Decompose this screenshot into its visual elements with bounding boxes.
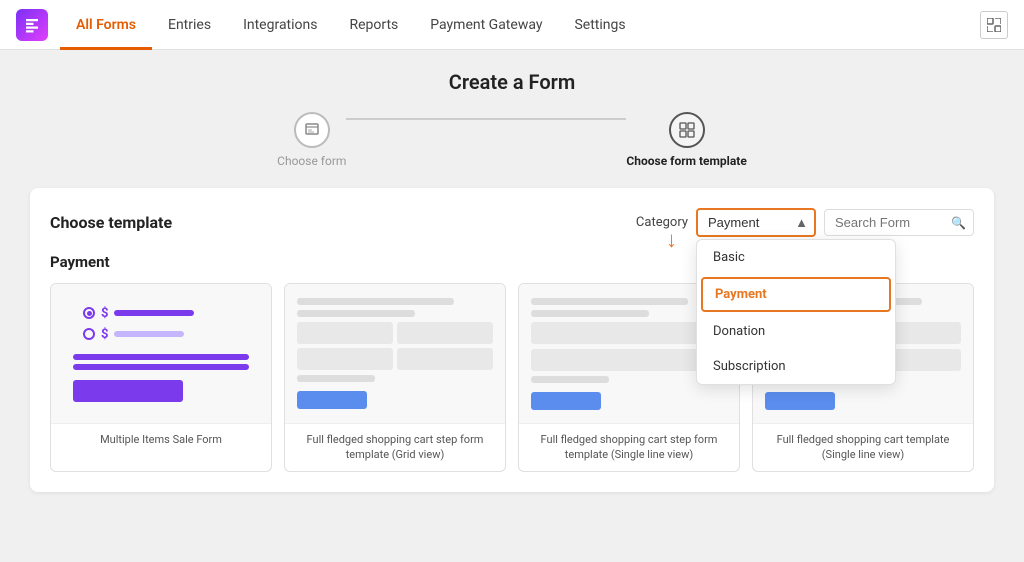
pbox-4 — [397, 348, 493, 370]
search-wrapper: 🔍 — [824, 209, 974, 236]
preview-bar-2 — [114, 331, 184, 337]
preview-full-bar-2 — [73, 364, 249, 370]
radio-unchecked — [83, 328, 95, 340]
preview-submit-1 — [297, 391, 367, 409]
category-select[interactable]: Payment Basic Donation Subscription — [696, 208, 816, 237]
pbox-3 — [297, 348, 393, 370]
pline-6 — [531, 376, 609, 383]
pline-2 — [297, 310, 415, 317]
nav-item-reports[interactable]: Reports — [333, 0, 414, 50]
pbox-2 — [397, 322, 493, 344]
preview-full-bar-1 — [73, 354, 249, 360]
preview-submit-3 — [765, 392, 835, 410]
step-choose-template: Choose form template — [626, 112, 746, 168]
pline-5 — [531, 310, 649, 317]
card-header: Choose template Category Payment Basic D… — [50, 208, 974, 237]
expand-controls — [980, 11, 1008, 39]
step-label-2: Choose form template — [626, 154, 746, 168]
preview-purple-btn — [73, 380, 183, 402]
template-label-1: Full fledged shopping cart step form tem… — [285, 424, 505, 471]
nav-item-payment-gateway[interactable]: Payment Gateway — [414, 0, 558, 50]
radio-checked — [83, 307, 95, 319]
top-nav: All Forms Entries Integrations Reports P… — [0, 0, 1024, 50]
expand-icon[interactable] — [980, 11, 1008, 39]
nav-item-entries[interactable]: Entries — [152, 0, 227, 50]
preview-lines-2 — [297, 298, 493, 409]
dropdown-option-subscription[interactable]: Subscription — [697, 349, 895, 384]
template-preview-0: $ $ — [51, 284, 271, 424]
page-title: Create a Form — [30, 70, 994, 94]
nav-items: All Forms Entries Integrations Reports P… — [60, 0, 980, 50]
radio-row-2: $ — [83, 327, 184, 342]
dropdown-option-payment[interactable]: Payment — [701, 277, 891, 312]
preview-submit-2 — [531, 392, 601, 410]
nav-item-all-forms[interactable]: All Forms — [60, 0, 152, 50]
card-controls: Category Payment Basic Donation Subscrip… — [636, 208, 974, 237]
step-connector — [346, 118, 626, 120]
radio-row-1: $ — [83, 306, 194, 321]
template-card-0[interactable]: $ $ M — [50, 283, 272, 472]
arrow-indicator: ↓ — [666, 227, 677, 253]
dollar-icon-1: $ — [101, 306, 108, 321]
app-logo — [16, 9, 48, 41]
dollar-icon-2: $ — [101, 327, 108, 342]
pbox-1 — [297, 322, 393, 344]
template-label-0: Multiple Items Sale Form — [51, 424, 271, 455]
preview-bar-group — [73, 354, 249, 370]
step-label-1: Choose form — [277, 154, 346, 168]
category-label: Category — [636, 215, 688, 230]
template-label-3: Full fledged shopping cart template (Sin… — [753, 424, 973, 471]
step-circle-1 — [294, 112, 330, 148]
pline-1 — [297, 298, 454, 305]
nav-item-settings[interactable]: Settings — [558, 0, 641, 50]
category-dropdown-wrapper: Payment Basic Donation Subscription ▲ — [696, 208, 816, 237]
page-body: Create a Form Choose form — [0, 50, 1024, 562]
template-preview-1 — [285, 284, 505, 424]
preview-bar-1 — [114, 310, 194, 316]
step-circle-2 — [669, 112, 705, 148]
preview-grid — [297, 322, 493, 370]
steps-bar: Choose form Choose form template — [30, 112, 994, 168]
nav-item-integrations[interactable]: Integrations — [227, 0, 333, 50]
pline-4 — [531, 298, 688, 305]
step-choose-form: Choose form — [277, 112, 346, 168]
template-label-2: Full fledged shopping cart step form tem… — [519, 424, 739, 471]
pline-3 — [297, 375, 375, 382]
dropdown-option-basic[interactable]: Basic — [697, 240, 895, 275]
search-icon: 🔍 — [951, 216, 966, 230]
card-title: Choose template — [50, 213, 172, 232]
dropdown-option-donation[interactable]: Donation — [697, 314, 895, 349]
category-dropdown-popup: Basic Payment Donation Subscription — [696, 239, 896, 385]
template-card-1[interactable]: Full fledged shopping cart step form tem… — [284, 283, 506, 472]
